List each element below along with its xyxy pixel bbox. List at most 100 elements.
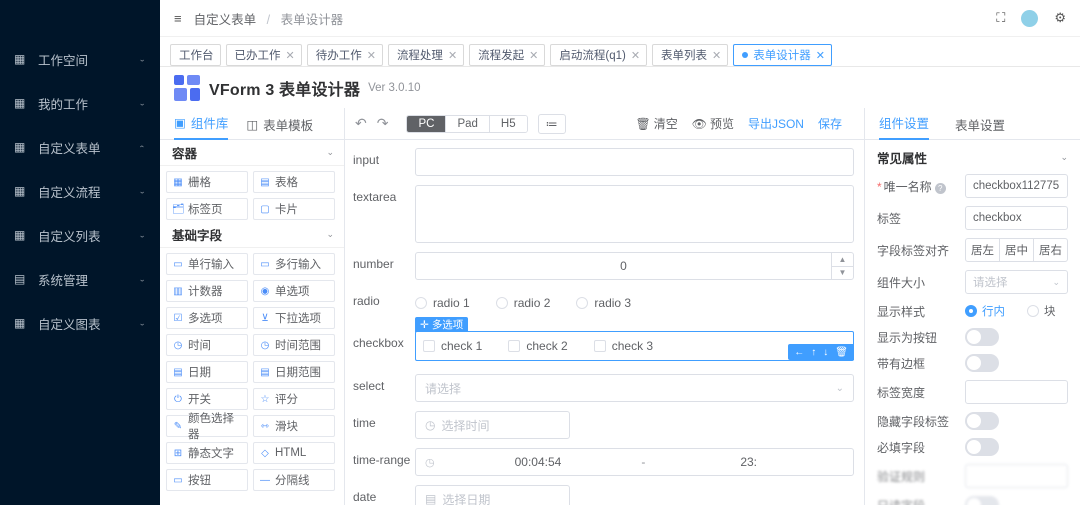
palette-item-static-text[interactable]: ⊞ 静态文字 bbox=[166, 442, 248, 464]
canvas-row-time[interactable]: time ◷ 选择时间 bbox=[353, 411, 854, 439]
tab-3[interactable]: 流程处理 ✕ bbox=[387, 44, 465, 66]
tab-6[interactable]: 表单列表 ✕ bbox=[652, 44, 729, 66]
export-json-button[interactable]: 导出JSON bbox=[748, 115, 804, 132]
palette-item-slider[interactable]: ⇿ 滑块 bbox=[253, 415, 335, 437]
delete-icon[interactable]: 🗑 bbox=[835, 347, 848, 358]
canvas-row-number[interactable]: number 0 ▲ ▼ bbox=[353, 252, 854, 280]
input-field[interactable] bbox=[415, 148, 854, 176]
palette-item-radio[interactable]: ◉ 单选项 bbox=[253, 280, 335, 302]
palette-item-time-range[interactable]: ◷ 时间范围 bbox=[253, 334, 335, 356]
palette-item-color-picker[interactable]: ✎ 颜色选择器 bbox=[166, 413, 248, 441]
align-center-option[interactable]: 居中 bbox=[1000, 239, 1034, 261]
device-pad[interactable]: Pad bbox=[446, 115, 490, 132]
gear-icon[interactable]: ⚙ bbox=[1054, 10, 1066, 26]
canvas-row-input[interactable]: input bbox=[353, 148, 854, 176]
tab-4[interactable]: 流程发起 ✕ bbox=[469, 44, 546, 66]
list-view-icon[interactable]: ≔ bbox=[537, 113, 566, 134]
close-icon[interactable]: ✕ bbox=[816, 49, 825, 62]
palette-item-select[interactable]: ⊻ 下拉选项 bbox=[253, 307, 335, 329]
canvas-row-radio[interactable]: radio radio 1 radio 2 radio 3 bbox=[353, 289, 854, 317]
unique-name-input[interactable]: checkbox112775 bbox=[965, 174, 1068, 198]
close-icon[interactable]: ✕ bbox=[529, 49, 538, 62]
palette-group-container[interactable]: 容器 ⌄ bbox=[160, 140, 344, 166]
palette-item-time[interactable]: ◷ 时间 bbox=[166, 334, 248, 356]
display-inline-option[interactable]: 行内 bbox=[965, 303, 1005, 319]
canvas-row-time-range[interactable]: time-range ◷ 00:04:54 - 23: bbox=[353, 448, 854, 476]
align-left-option[interactable]: 居左 bbox=[966, 239, 1000, 261]
tab-2[interactable]: 待办工作 ✕ bbox=[306, 44, 383, 66]
tab-0[interactable]: 工作台 bbox=[170, 44, 221, 66]
sidebar-item-1[interactable]: ▦ 我的工作 ⌄ bbox=[0, 81, 160, 125]
tab-form-template[interactable]: ◫ 表单模板 bbox=[246, 115, 313, 140]
close-icon[interactable]: ✕ bbox=[631, 49, 640, 62]
selected-widget-outline[interactable]: ✛ 多选项 check 1 check 2 check 3 ← ↑ ↓ 🗑 bbox=[415, 317, 854, 361]
help-icon[interactable]: ? bbox=[934, 182, 946, 194]
radio-option-1[interactable]: radio 2 bbox=[495, 296, 550, 310]
save-button[interactable]: 保存 bbox=[818, 115, 842, 132]
checkbox-option-1[interactable]: check 2 bbox=[508, 339, 568, 353]
textarea-field[interactable] bbox=[415, 185, 854, 243]
time-field[interactable]: ◷ 选择时间 bbox=[415, 411, 570, 439]
validation-rule-input[interactable] bbox=[965, 464, 1068, 488]
palette-group-basic[interactable]: 基础字段 ⌄ bbox=[160, 222, 344, 248]
device-h5[interactable]: H5 bbox=[489, 115, 527, 132]
palette-item-grid[interactable]: ▦ 栅格 bbox=[166, 171, 248, 193]
radio-option-0[interactable]: radio 1 bbox=[415, 296, 470, 310]
sidebar-item-2[interactable]: ▦ 自定义表单 ⌄ bbox=[0, 125, 160, 169]
tab-7[interactable]: 表单设计器 ✕ bbox=[733, 44, 832, 66]
time-range-start[interactable]: 00:04:54 bbox=[443, 455, 634, 469]
tab-form-settings[interactable]: 表单设置 bbox=[955, 115, 1005, 140]
close-icon[interactable]: ✕ bbox=[448, 49, 457, 62]
display-block-option[interactable]: 块 bbox=[1027, 303, 1056, 319]
palette-item-switch[interactable]: ⏻ 开关 bbox=[166, 388, 248, 410]
canvas-row-textarea[interactable]: textarea bbox=[353, 185, 854, 243]
palette-item-date-range[interactable]: ▤ 日期范围 bbox=[253, 361, 335, 383]
palette-item-table[interactable]: ▤ 表格 bbox=[253, 171, 335, 193]
time-range-field[interactable]: ◷ 00:04:54 - 23: bbox=[415, 448, 854, 476]
show-as-button-switch[interactable] bbox=[965, 328, 999, 346]
palette-item-checkbox[interactable]: ☑ 多选项 bbox=[166, 307, 248, 329]
with-border-switch[interactable] bbox=[965, 354, 999, 372]
palette-item-card[interactable]: ▢ 卡片 bbox=[253, 198, 335, 220]
checkbox-option-0[interactable]: check 1 bbox=[423, 339, 482, 353]
readonly-switch[interactable] bbox=[965, 496, 999, 505]
palette-item-html[interactable]: ◇ HTML bbox=[253, 442, 335, 464]
menu-collapse-icon[interactable]: ≡ bbox=[174, 11, 182, 26]
device-pc[interactable]: PC bbox=[407, 115, 447, 132]
sidebar-item-4[interactable]: ▦ 自定义列表 ⌄ bbox=[0, 213, 160, 257]
sidebar-item-5[interactable]: ▤ 系统管理 ⌄ bbox=[0, 257, 160, 301]
canvas-row-date[interactable]: date ▤ 选择日期 bbox=[353, 485, 854, 505]
clear-button[interactable]: 🗑 清空 bbox=[635, 115, 677, 132]
tab-component-library[interactable]: ▣ 组件库 bbox=[174, 113, 229, 140]
palette-item-rate[interactable]: ☆ 评分 bbox=[253, 388, 335, 410]
avatar[interactable] bbox=[1021, 9, 1039, 27]
fullscreen-icon[interactable]: ⛶ bbox=[996, 10, 1005, 26]
move-up-icon[interactable]: ↑ bbox=[811, 347, 816, 358]
label-width-input[interactable] bbox=[965, 380, 1068, 404]
close-icon[interactable]: ✕ bbox=[286, 49, 295, 62]
palette-item-counter[interactable]: ▥ 计数器 bbox=[166, 280, 248, 302]
required-switch[interactable] bbox=[965, 438, 999, 456]
stepper-up-icon[interactable]: ▲ bbox=[832, 253, 853, 267]
number-field[interactable]: 0 ▲ ▼ bbox=[415, 252, 854, 280]
preview-button[interactable]: 👁 预览 bbox=[692, 115, 734, 132]
palette-item-button[interactable]: ▭ 按钮 bbox=[166, 469, 248, 491]
move-down-icon[interactable]: ↓ bbox=[823, 347, 828, 358]
radio-option-2[interactable]: radio 3 bbox=[576, 296, 631, 310]
checkbox-option-2[interactable]: check 3 bbox=[593, 339, 653, 353]
palette-item-date[interactable]: ▤ 日期 bbox=[166, 361, 248, 383]
tab-1[interactable]: 已办工作 ✕ bbox=[225, 44, 302, 66]
sidebar-item-0[interactable]: ▦ 工作空间 ⌄ bbox=[0, 37, 160, 81]
close-icon[interactable]: ✕ bbox=[712, 49, 721, 62]
breadcrumb-root[interactable]: 自定义表单 bbox=[194, 13, 257, 27]
tab-component-settings[interactable]: 组件设置 bbox=[879, 113, 930, 140]
number-stepper[interactable]: ▲ ▼ bbox=[831, 253, 853, 279]
align-right-option[interactable]: 居右 bbox=[1034, 239, 1067, 261]
date-field[interactable]: ▤ 选择日期 bbox=[415, 485, 570, 505]
stepper-down-icon[interactable]: ▼ bbox=[832, 267, 853, 280]
tab-5[interactable]: 启动流程(q1) ✕ bbox=[550, 44, 648, 66]
palette-item-tab[interactable]: 🗂 标签页 bbox=[166, 198, 248, 220]
palette-item-input[interactable]: ▭ 单行输入 bbox=[166, 253, 248, 275]
canvas-row-checkbox[interactable]: checkbox ✛ 多选项 check 1 check 2 check 3 ←… bbox=[353, 317, 854, 361]
property-section-header[interactable]: 常见属性 ⌄ bbox=[865, 144, 1080, 170]
